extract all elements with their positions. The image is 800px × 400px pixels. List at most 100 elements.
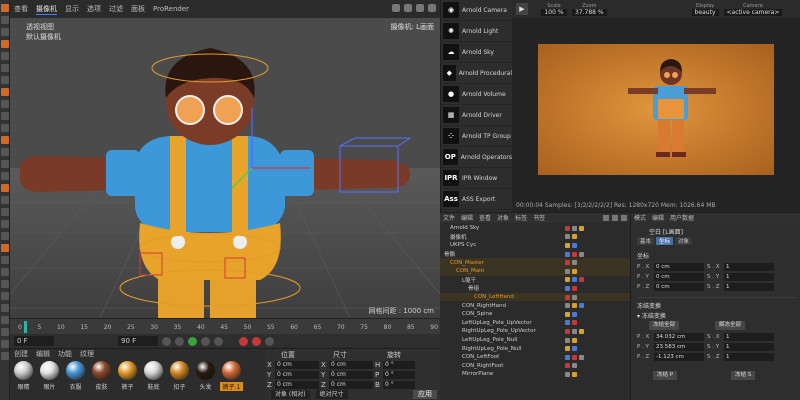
object-tree-row[interactable]: CON_LeftFoot — [440, 353, 630, 362]
viewport-menu-item[interactable]: 查看 — [14, 4, 28, 14]
record-button[interactable] — [239, 336, 248, 346]
object-tree-row[interactable]: CON_Main — [440, 266, 630, 276]
size-mode-dropdown[interactable]: 绝对尺寸 — [315, 390, 348, 399]
tag-icon[interactable] — [565, 320, 570, 326]
apply-button[interactable]: 应用 — [413, 390, 437, 399]
tool-icon[interactable] — [1, 184, 9, 192]
tool-icon[interactable] — [1, 256, 9, 264]
tag-icon[interactable] — [572, 320, 577, 326]
position-field[interactable]: 0 cm — [275, 360, 319, 369]
tag-icon[interactable] — [572, 328, 577, 334]
object-menu-item[interactable]: 查看 — [479, 213, 491, 223]
tool-icon[interactable] — [1, 76, 9, 84]
material-menu-item[interactable]: 功能 — [58, 349, 72, 359]
material-swatch[interactable]: 眼睛 — [12, 361, 35, 391]
tool-icon[interactable] — [1, 4, 9, 12]
tag-icon[interactable] — [565, 294, 570, 300]
layer-icon[interactable] — [621, 215, 627, 221]
filter-icon[interactable] — [612, 215, 618, 221]
tool-icon[interactable] — [1, 28, 9, 36]
step-forward-button[interactable] — [201, 336, 210, 346]
tag-icon[interactable] — [565, 251, 570, 257]
tag-icon[interactable] — [572, 294, 577, 300]
tool-icon[interactable] — [1, 52, 9, 60]
arnold-menu-item[interactable]: ☁ Arnold Sky — [441, 42, 512, 63]
material-swatch[interactable]: 衣服 — [64, 361, 87, 391]
tag-icon[interactable] — [579, 251, 584, 257]
tool-icon[interactable] — [1, 208, 9, 216]
freeze-p-button[interactable]: 冻结 P — [653, 371, 678, 380]
tag-icon[interactable] — [572, 285, 577, 291]
scale-field[interactable]: 100 % — [541, 8, 567, 16]
tool-icon[interactable] — [1, 124, 9, 132]
arnold-menu-item[interactable]: ◆ Arnold Procedural — [441, 63, 512, 84]
coord-mode-dropdown[interactable]: 对象 (相对) — [271, 390, 310, 399]
tag-icon[interactable] — [565, 303, 570, 309]
render-image[interactable] — [538, 44, 774, 175]
object-tree-row[interactable]: UKPS Cyc — [440, 241, 630, 250]
object-tree-row[interactable]: LeftUpLeg_Pole_UpVector — [440, 319, 630, 328]
tool-icon[interactable] — [1, 148, 9, 156]
attribute-field[interactable]: 0 cm — [654, 283, 704, 291]
viewport-menu-item[interactable]: 显示 — [65, 4, 79, 14]
tag-icon[interactable] — [565, 268, 570, 274]
tool-icon[interactable] — [1, 88, 9, 96]
camera-dropdown[interactable]: <active camera> — [723, 8, 783, 16]
arnold-menu-item[interactable]: ◉ Arnold Camera — [441, 0, 512, 21]
tool-icon[interactable] — [1, 112, 9, 120]
tool-icon[interactable] — [1, 40, 9, 48]
arnold-menu-item[interactable]: OP Arnold Operators — [441, 147, 512, 168]
tool-icon[interactable] — [1, 136, 9, 144]
attribute-field[interactable]: 1 — [724, 333, 774, 341]
rotate-view-icon[interactable] — [416, 4, 424, 12]
attribute-field[interactable]: 1 — [724, 263, 774, 271]
attribute-field[interactable]: 0 cm — [654, 273, 704, 281]
object-menu-item[interactable]: 标签 — [515, 213, 527, 223]
display-dropdown[interactable]: beauty — [691, 8, 719, 16]
arnold-menu-item[interactable]: Ass ASS Export — [441, 189, 512, 210]
unfreeze-all-button[interactable]: 解冻全部 — [715, 321, 746, 330]
toggle-layout-icon[interactable] — [428, 4, 436, 12]
tag-icon[interactable] — [579, 354, 584, 360]
tool-icon[interactable] — [1, 64, 9, 72]
attribute-field[interactable]: 1 — [724, 343, 774, 351]
attribute-field[interactable]: 1 — [724, 273, 774, 281]
object-tree-row[interactable]: LeftUpLeg_Pole_Null — [440, 336, 630, 345]
object-menu-item[interactable]: 对象 — [497, 213, 509, 223]
tag-icon[interactable] — [579, 225, 584, 231]
timeline[interactable]: 0 5 10 15 20 25 30 35 40 45 50 55 60 65 70 75 80 85 90 — [10, 318, 440, 334]
object-tree-row[interactable]: CON_Master — [440, 258, 630, 267]
attribute-field[interactable]: 1 — [724, 353, 774, 361]
tag-icon[interactable] — [572, 234, 577, 240]
arnold-menu-item[interactable]: ● Arnold Volume — [441, 84, 512, 105]
tool-icon[interactable] — [1, 352, 9, 360]
viewport-menu-item[interactable]: 摄像机 — [36, 4, 57, 15]
material-swatch[interactable]: 皮肤 — [90, 361, 113, 391]
material-menu-item[interactable]: 纹理 — [80, 349, 94, 359]
tag-icon[interactable] — [572, 225, 577, 231]
material-menu-item[interactable]: 创建 — [14, 349, 28, 359]
tool-icon[interactable] — [1, 280, 9, 288]
render-play-button[interactable]: ▶ — [516, 3, 528, 15]
tag-icon[interactable] — [565, 285, 570, 291]
freeze-all-button[interactable]: 冻结全部 — [649, 321, 680, 330]
step-back-button[interactable] — [175, 336, 184, 346]
tag-icon[interactable] — [565, 311, 570, 317]
size-field[interactable]: 0 cm — [329, 360, 373, 369]
tool-icon[interactable] — [1, 304, 9, 312]
autokey-button[interactable] — [252, 336, 261, 346]
end-frame-field[interactable]: 90 F — [118, 336, 158, 346]
size-field[interactable]: 0 cm — [329, 380, 373, 389]
tool-icon[interactable] — [1, 268, 9, 276]
position-field[interactable]: 0 cm — [275, 370, 319, 379]
attribute-tab[interactable]: 对象 — [675, 237, 693, 245]
object-menu-item[interactable]: 编辑 — [461, 213, 473, 223]
object-menu-item[interactable]: 书签 — [533, 213, 545, 223]
arnold-menu-item[interactable]: IPR IPR Window — [441, 168, 512, 189]
keyframe-button[interactable] — [265, 336, 274, 346]
freeze-s-button[interactable]: 冻结 S — [731, 371, 756, 380]
tag-icon[interactable] — [565, 371, 570, 377]
tag-icon[interactable] — [572, 242, 577, 248]
attribute-tab[interactable]: 坐标 — [656, 237, 674, 245]
tag-icon[interactable] — [572, 303, 577, 309]
